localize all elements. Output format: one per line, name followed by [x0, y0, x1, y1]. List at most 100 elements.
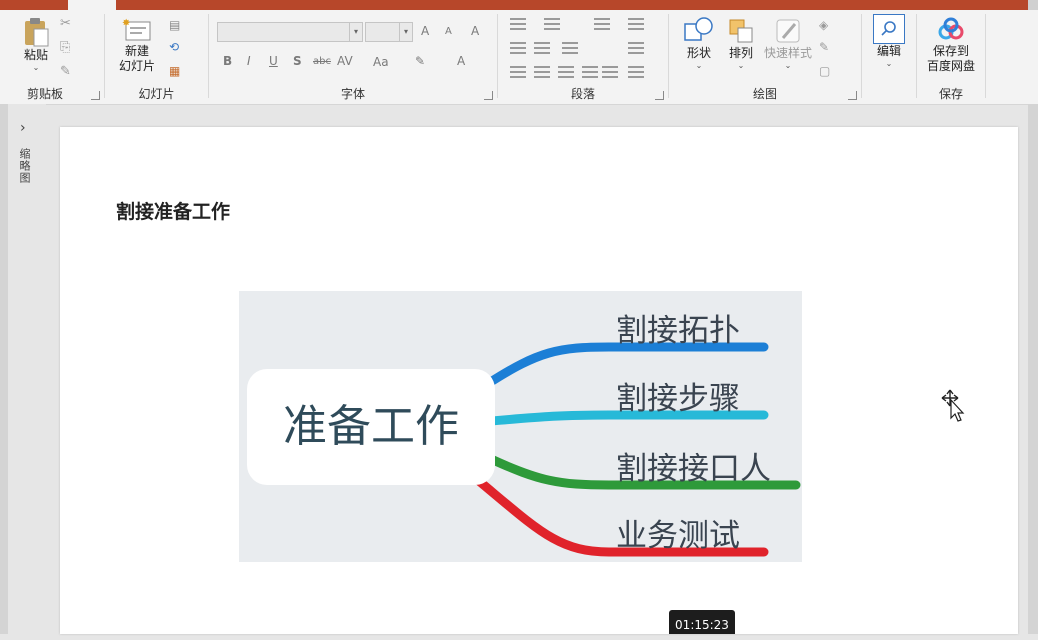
- shapes-button[interactable]: 形状 ⌄: [677, 16, 721, 71]
- new-slide-label: 新建: [124, 44, 149, 58]
- reset-icon[interactable]: ⟲: [169, 40, 185, 54]
- layout-icon[interactable]: ▤: [169, 18, 185, 32]
- font-group-label: 字体: [340, 87, 365, 101]
- new-slide-icon: ✸: [122, 16, 152, 44]
- quick-styles-icon: [773, 16, 803, 46]
- numbering-icon[interactable]: [544, 18, 560, 30]
- justify-icon[interactable]: [582, 66, 598, 78]
- thumbnail-label: 缩略图: [18, 148, 31, 184]
- paste-button[interactable]: 粘贴 ⌄: [14, 16, 58, 73]
- align-center-icon[interactable]: [534, 66, 550, 78]
- shadow-button[interactable]: S: [293, 54, 302, 68]
- new-slide-label-2: 幻灯片: [118, 59, 155, 73]
- font-name-combo[interactable]: ▾: [217, 22, 363, 42]
- underline-button[interactable]: U: [269, 54, 278, 68]
- decrease-indent-icon[interactable]: [510, 42, 526, 54]
- clipboard-group-label: 剪贴板: [26, 87, 63, 101]
- window-control[interactable]: [1028, 0, 1038, 10]
- align-text-icon[interactable]: [628, 42, 644, 54]
- text-direction-icon[interactable]: [562, 42, 578, 54]
- quick-styles-label: 快速样式: [763, 46, 812, 60]
- copy-icon[interactable]: ⎘: [60, 40, 76, 55]
- save-label-2: 百度网盘: [926, 59, 975, 73]
- editing-label: 编辑: [876, 44, 901, 58]
- branch-label-1: 割接拓扑: [616, 313, 740, 349]
- dialog-launcher-icon[interactable]: [655, 91, 664, 100]
- grow-font-icon[interactable]: A: [421, 24, 429, 38]
- chevron-down-icon: ⌄: [695, 61, 703, 70]
- mindmap-center-node: 准备工作: [247, 369, 495, 485]
- section-icon[interactable]: ▦: [169, 64, 185, 78]
- title-bar: [0, 0, 1038, 10]
- dialog-launcher-icon[interactable]: [91, 91, 100, 100]
- columns-icon[interactable]: [628, 18, 644, 30]
- bullets-icon[interactable]: [510, 18, 526, 30]
- chevron-down-icon: ▾: [349, 23, 362, 41]
- chevron-down-icon: ⌄: [784, 61, 792, 70]
- strikethrough-button[interactable]: abc: [313, 56, 331, 67]
- paste-label: 粘贴: [23, 48, 48, 62]
- highlight-icon[interactable]: ✎: [415, 54, 425, 68]
- shrink-font-icon[interactable]: A: [445, 26, 452, 37]
- save-group-label: 保存: [938, 87, 963, 101]
- smartart-icon[interactable]: [628, 66, 644, 78]
- arrange-button[interactable]: 排列 ⌄: [721, 16, 761, 71]
- search-icon: [873, 14, 905, 44]
- align-right-icon[interactable]: [558, 66, 574, 78]
- slides-group-label: 幻灯片: [138, 87, 175, 101]
- align-left-icon[interactable]: [510, 66, 526, 78]
- clear-format-icon[interactable]: A: [471, 24, 479, 38]
- font-color-button[interactable]: A: [457, 54, 465, 68]
- center-node-label: 准备工作: [283, 401, 459, 452]
- clipboard-group: 粘贴 ⌄ ✂ ⎘ ✎ 剪贴板: [0, 10, 104, 104]
- quick-styles-button[interactable]: 快速样式 ⌄: [761, 16, 815, 71]
- shapes-label: 形状: [686, 46, 711, 60]
- divider: [985, 14, 986, 98]
- save-label-1: 保存到: [932, 44, 969, 58]
- font-size-combo[interactable]: ▾: [365, 22, 413, 42]
- ribbon: 粘贴 ⌄ ✂ ⎘ ✎ 剪贴板 ✸ 新建 幻灯片 ▤ ⟲ ▦ 幻灯片 ▾ ▾ A …: [0, 10, 1038, 105]
- format-painter-icon[interactable]: ✎: [60, 64, 76, 79]
- paste-icon: [22, 16, 50, 48]
- slide-title[interactable]: 割接准备工作: [116, 197, 230, 224]
- dialog-launcher-icon[interactable]: [484, 91, 493, 100]
- shape-effects-icon[interactable]: ▢: [819, 64, 835, 78]
- arrange-icon: [726, 16, 756, 46]
- shape-outline-icon[interactable]: ✎: [819, 40, 835, 54]
- chevron-down-icon: ⌄: [737, 61, 745, 70]
- paragraph-group-label: 段落: [570, 87, 595, 101]
- change-case-button[interactable]: Aa: [373, 55, 389, 69]
- shape-fill-icon[interactable]: ◈: [819, 18, 835, 32]
- chevron-down-icon: ▾: [399, 23, 412, 41]
- editing-button[interactable]: 编辑 ⌄: [870, 14, 908, 69]
- increase-indent-icon[interactable]: [534, 42, 550, 54]
- new-slide-button[interactable]: ✸ 新建 幻灯片: [111, 16, 163, 74]
- chevron-down-icon: ⌄: [32, 63, 40, 72]
- chevron-down-icon: ⌄: [885, 59, 893, 68]
- slide-canvas[interactable]: 割接准备工作 准备工作 割接拓扑 割接步骤 割接接口人 业务测试: [60, 127, 1018, 634]
- bold-button[interactable]: B: [223, 54, 232, 68]
- save-group: 保存到 百度网盘 保存: [917, 10, 985, 104]
- dialog-launcher-icon[interactable]: [848, 91, 857, 100]
- branch-label-2: 割接步骤: [616, 381, 740, 417]
- distributed-icon[interactable]: [602, 66, 618, 78]
- scroll-edge: [1028, 104, 1038, 634]
- drawing-group-label: 绘图: [752, 87, 777, 101]
- cut-icon[interactable]: ✂: [60, 16, 76, 31]
- char-spacing-button[interactable]: AV: [337, 54, 353, 68]
- slides-group: ✸ 新建 幻灯片 ▤ ⟲ ▦ 幻灯片: [105, 10, 208, 104]
- expand-chevron-icon[interactable]: ›: [20, 120, 26, 136]
- mindmap-image[interactable]: 准备工作 割接拓扑 割接步骤 割接接口人 业务测试: [239, 291, 802, 562]
- italic-button[interactable]: I: [247, 54, 251, 68]
- panel-edge: [0, 104, 8, 634]
- video-timestamp: 01:15:23: [669, 610, 735, 634]
- active-tab-chip[interactable]: [68, 0, 116, 10]
- branch-label-4: 业务测试: [616, 518, 740, 554]
- save-to-baidu-button[interactable]: 保存到 百度网盘: [919, 16, 983, 74]
- move-cursor-icon: [940, 388, 966, 426]
- shapes-icon: [683, 16, 715, 46]
- arrange-label: 排列: [728, 46, 753, 60]
- line-spacing-icon[interactable]: [594, 18, 610, 30]
- svg-text:✸: ✸: [122, 18, 130, 29]
- editing-group: 编辑 ⌄: [862, 10, 916, 104]
